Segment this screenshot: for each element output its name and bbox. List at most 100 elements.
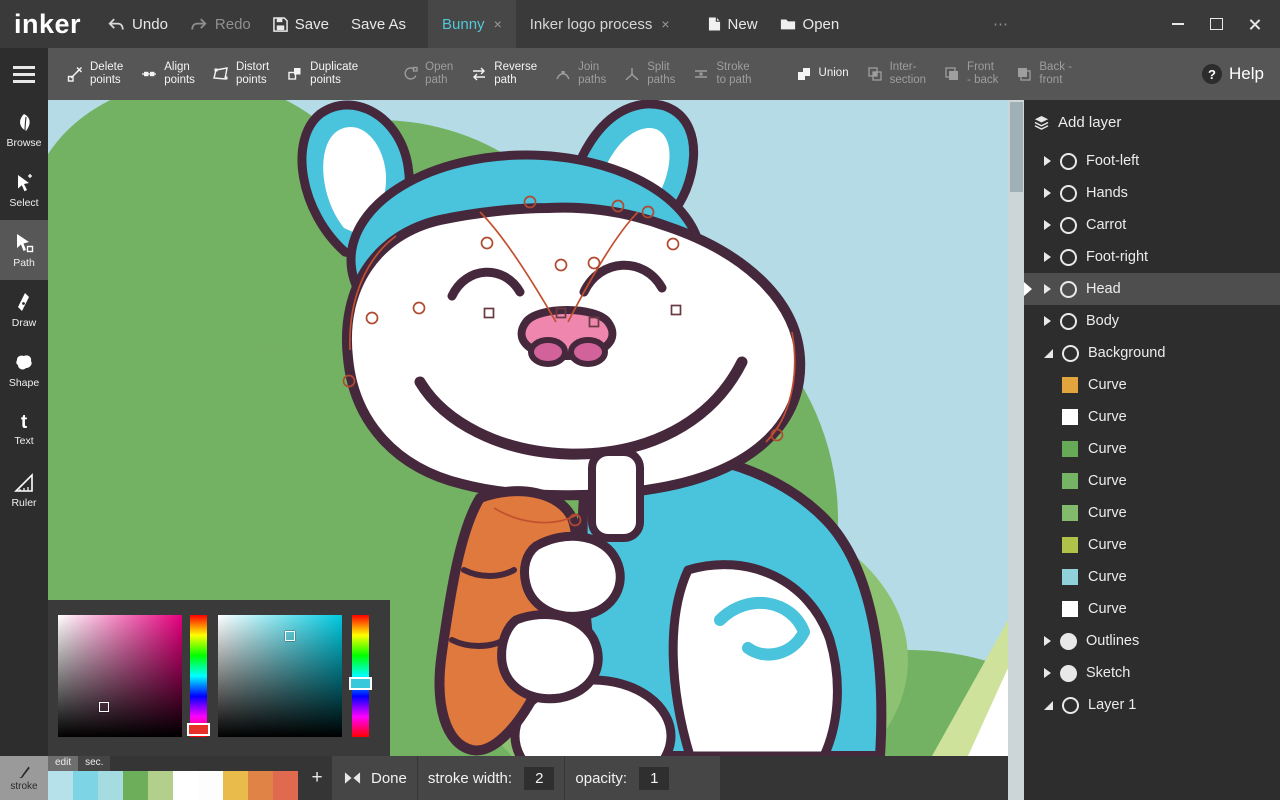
layer-circle-icon[interactable] <box>1060 217 1077 234</box>
tab-close-icon[interactable]: × <box>661 16 669 32</box>
hue-slider[interactable] <box>352 615 369 737</box>
palette-swatch-9[interactable] <box>273 771 298 800</box>
tab-sec[interactable]: sec. <box>78 756 110 771</box>
add-layer-button[interactable]: Add layer <box>1024 100 1280 144</box>
stroke-width-input[interactable]: 2 <box>524 767 554 790</box>
layer-circle-icon[interactable] <box>1060 249 1077 266</box>
curve-color-swatch[interactable] <box>1062 409 1078 425</box>
tab-bunny[interactable]: Bunny × <box>428 0 516 48</box>
expand-arrow-icon[interactable] <box>1044 220 1051 230</box>
main-menu-button[interactable] <box>0 48 48 100</box>
layer-row-carrot-2[interactable]: Carrot <box>1024 209 1280 241</box>
layer-row-curve-10[interactable]: Curve <box>1024 465 1280 497</box>
join-paths-button[interactable]: Joinpaths <box>546 61 615 87</box>
tool-ruler[interactable]: Ruler <box>0 460 48 520</box>
tab-close-icon[interactable]: × <box>494 16 502 32</box>
stroke-to-path-button[interactable]: Stroketo path <box>684 61 760 87</box>
tab-inker-logo-process[interactable]: Inker logo process × <box>516 0 684 48</box>
layer-row-curve-9[interactable]: Curve <box>1024 433 1280 465</box>
layer-row-head-4[interactable]: Head <box>1024 273 1280 305</box>
layer-row-layer-1-17[interactable]: Layer 1 <box>1024 689 1280 721</box>
layer-circle-icon[interactable] <box>1060 281 1077 298</box>
saturation-value-area[interactable] <box>218 615 342 737</box>
undo-button[interactable]: Undo <box>107 16 168 33</box>
color-curs[interactable] <box>99 702 109 712</box>
layer-row-background-6[interactable]: Background <box>1024 337 1280 369</box>
expand-arrow-icon[interactable] <box>1044 188 1051 198</box>
opacity-input[interactable]: 1 <box>639 767 669 790</box>
reverse-path-button[interactable]: Reversepath <box>462 61 546 87</box>
curve-color-swatch[interactable] <box>1062 505 1078 521</box>
saturation-value-area[interactable] <box>58 615 182 737</box>
tool-browse[interactable]: Browse <box>0 100 48 160</box>
layer-circle-icon[interactable] <box>1060 185 1077 202</box>
palette-swatch-5[interactable] <box>173 771 198 800</box>
palette-swatch-1[interactable] <box>73 771 98 800</box>
align-points-button[interactable]: Alignpoints <box>132 61 204 87</box>
expand-arrow-icon[interactable] <box>1044 284 1051 294</box>
window-minimize-button[interactable] <box>1170 16 1186 32</box>
hue-marker[interactable] <box>187 723 210 736</box>
tool-select[interactable]: Select <box>0 160 48 220</box>
layer-circle-icon[interactable] <box>1060 665 1077 682</box>
intersection-button[interactable]: Inter-section <box>858 61 935 87</box>
layer-circle-icon[interactable] <box>1060 153 1077 170</box>
front-back-button[interactable]: Front- back <box>935 61 1007 87</box>
layer-row-curve-7[interactable]: Curve <box>1024 369 1280 401</box>
hue-slider[interactable] <box>190 615 207 737</box>
union-button[interactable]: Union <box>787 66 858 82</box>
palette-swatch-0[interactable] <box>48 771 73 800</box>
done-button[interactable]: Done <box>371 770 407 787</box>
layer-row-hands-1[interactable]: Hands <box>1024 177 1280 209</box>
curve-color-swatch[interactable] <box>1062 473 1078 489</box>
layer-circle-icon[interactable] <box>1062 697 1079 714</box>
palette-swatch-6[interactable] <box>198 771 223 800</box>
split-paths-button[interactable]: Splitpaths <box>615 61 684 87</box>
tool-shape[interactable]: Shape <box>0 340 48 400</box>
new-button[interactable]: New <box>708 16 758 33</box>
layer-row-curve-8[interactable]: Curve <box>1024 401 1280 433</box>
help-button[interactable]: ? Help <box>1202 64 1264 84</box>
palette-swatch-8[interactable] <box>248 771 273 800</box>
duplicate-points-button[interactable]: Duplicatepoints <box>278 61 367 87</box>
layer-row-curve-14[interactable]: Curve <box>1024 593 1280 625</box>
layer-row-curve-11[interactable]: Curve <box>1024 497 1280 529</box>
add-swatch-button[interactable]: + <box>303 756 331 800</box>
open-button[interactable]: Open <box>780 16 840 33</box>
scrollbar-thumb[interactable] <box>1010 102 1023 192</box>
tool-path[interactable]: Path <box>0 220 48 280</box>
layer-row-foot-left-0[interactable]: Foot-left <box>1024 145 1280 177</box>
curve-color-swatch[interactable] <box>1062 441 1078 457</box>
save-button[interactable]: Save <box>273 16 329 33</box>
layer-row-curve-13[interactable]: Curve <box>1024 561 1280 593</box>
layer-row-body-5[interactable]: Body <box>1024 305 1280 337</box>
window-maximize-button[interactable] <box>1208 16 1224 32</box>
curve-color-swatch[interactable] <box>1062 569 1078 585</box>
open-path-button[interactable]: Openpath <box>393 61 462 87</box>
layer-circle-icon[interactable] <box>1060 633 1077 650</box>
tab-edit[interactable]: edit <box>48 756 78 771</box>
palette-swatch-4[interactable] <box>148 771 173 800</box>
layer-circle-icon[interactable] <box>1060 313 1077 330</box>
expand-arrow-icon[interactable] <box>1044 316 1051 326</box>
expand-arrow-icon[interactable] <box>1044 668 1051 678</box>
layer-row-curve-12[interactable]: Curve <box>1024 529 1280 561</box>
layer-row-outlines-15[interactable]: Outlines <box>1024 625 1280 657</box>
curve-color-swatch[interactable] <box>1062 377 1078 393</box>
redo-button[interactable]: Redo <box>190 16 251 33</box>
expand-arrow-icon[interactable] <box>1044 636 1051 646</box>
layer-row-foot-right-3[interactable]: Foot-right <box>1024 241 1280 273</box>
curve-color-swatch[interactable] <box>1062 601 1078 617</box>
collapse-arrow-icon[interactable] <box>1044 701 1053 710</box>
tool-draw[interactable]: Draw <box>0 280 48 340</box>
layer-circle-icon[interactable] <box>1062 345 1079 362</box>
layer-row-sketch-16[interactable]: Sketch <box>1024 657 1280 689</box>
curve-color-swatch[interactable] <box>1062 537 1078 553</box>
color-cursor[interactable] <box>285 631 295 641</box>
back-front-button[interactable]: Back -front <box>1007 61 1081 87</box>
distort-points-button[interactable]: Distortpoints <box>204 61 278 87</box>
tool-text[interactable]: t Text <box>0 400 48 460</box>
expand-arrow-icon[interactable] <box>1044 252 1051 262</box>
palette-swatch-3[interactable] <box>123 771 148 800</box>
window-close-button[interactable] <box>1246 16 1262 32</box>
